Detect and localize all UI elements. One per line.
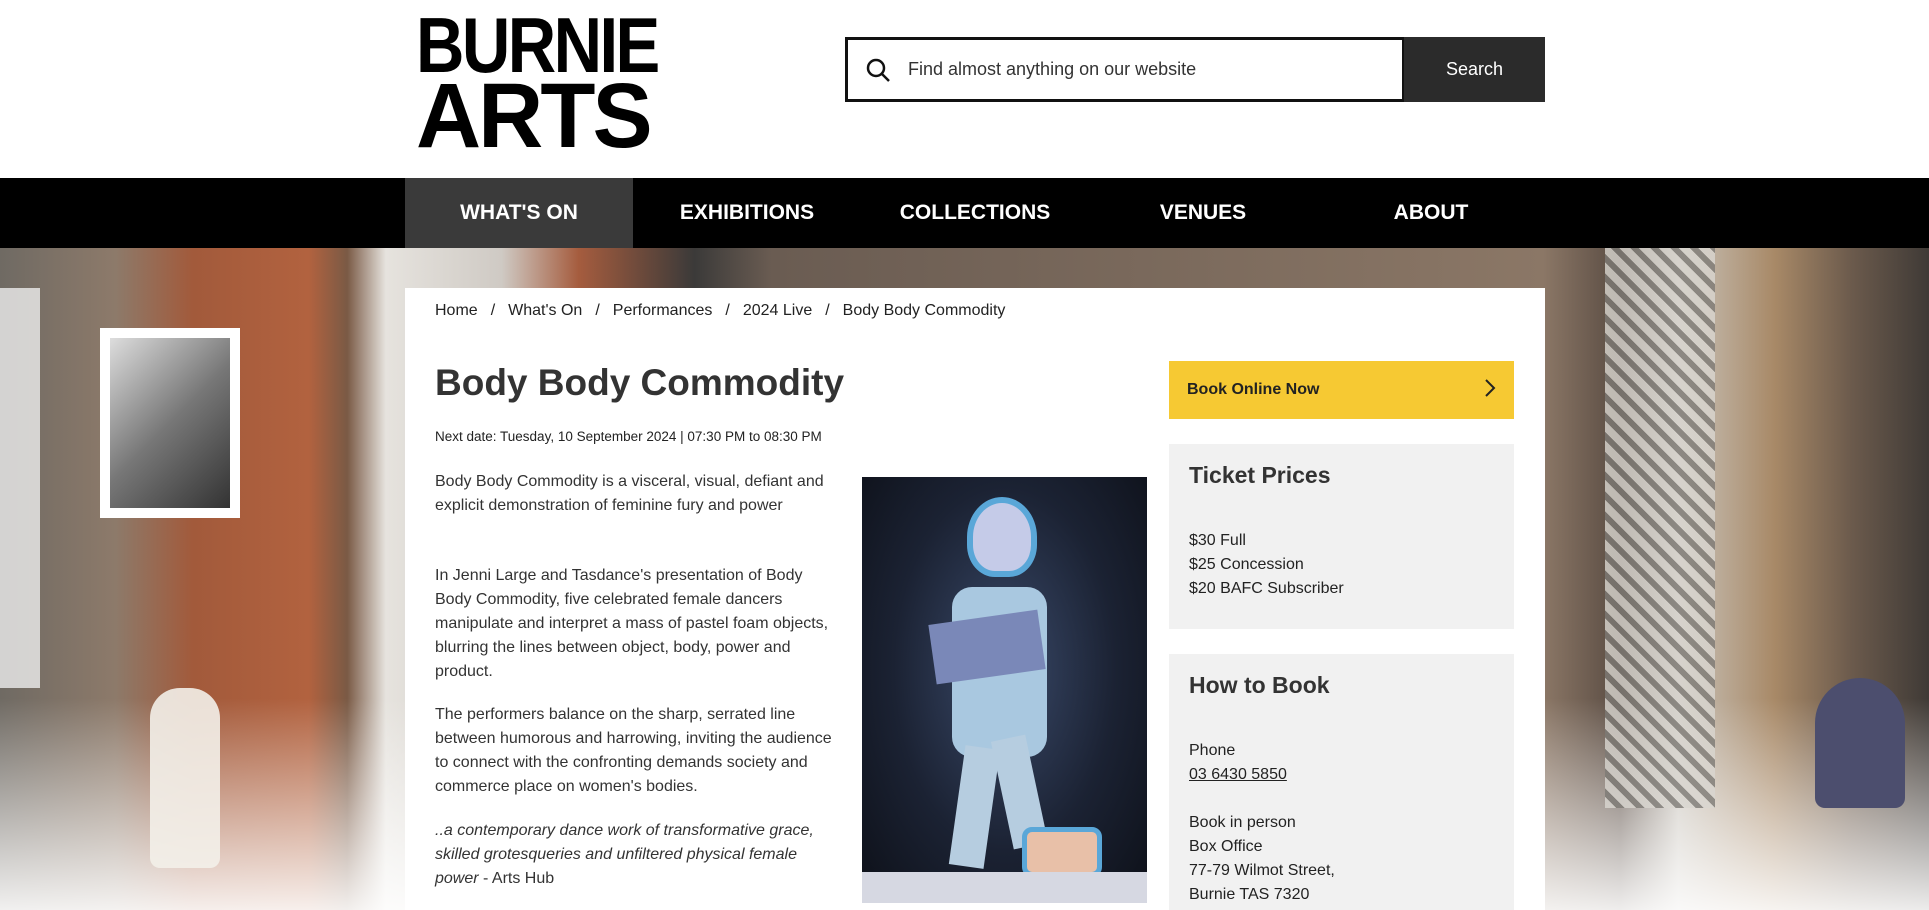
breadcrumb-current: Body Body Commodity [842,302,1006,319]
nav-item-exhibitions[interactable]: EXHIBITIONS [633,178,861,248]
phone-number-link[interactable]: 03 6430 5850 [1189,766,1287,783]
breadcrumb-separator: / [595,302,600,319]
nav-item-collections[interactable]: COLLECTIONS [861,178,1089,248]
breadcrumb-performances[interactable]: Performances [613,302,713,320]
phone-label: Phone [1189,742,1236,759]
quote-source: - Arts Hub [478,870,555,887]
photo-figure-head [967,497,1037,577]
review-quote: ..a contemporary dance work of transform… [435,819,835,891]
logo-line-1: BURNIE [416,1,660,89]
photo-stage-floor [862,872,1147,903]
in-person-label: Book in person [1189,814,1296,831]
description-paragraph: Body Body Commodity is a visceral, visua… [435,473,824,514]
breadcrumb-whats-on[interactable]: What's On [508,302,582,320]
search-box [845,37,1405,102]
ticket-prices-heading: Ticket Prices [1189,462,1331,488]
breadcrumb-home[interactable]: Home [435,302,478,320]
breadcrumb: Home / What's On / Performances / 2024 L… [435,302,1005,320]
breadcrumb-separator: / [490,302,496,319]
description-paragraph: The performers balance on the sharp, ser… [435,706,832,795]
ticket-price-item: $25 Concession [1189,556,1304,573]
book-online-button[interactable]: Book Online Now [1169,361,1514,419]
ticket-price-item: $20 BAFC Subscriber [1189,580,1344,597]
nav-item-about[interactable]: ABOUT [1317,178,1545,248]
page-title: Body Body Commodity [435,362,845,403]
breadcrumb-separator: / [725,302,730,319]
burnie-arts-logo[interactable]: BURNIE ARTS [416,1,660,162]
search-button[interactable]: Search [1404,37,1545,102]
how-to-book-panel: How to Book Phone 03 6430 5850 Book in p… [1169,654,1514,910]
site-header: BURNIE ARTS Search [0,0,1929,178]
bg-window [0,288,40,688]
book-online-label: Book Online Now [1187,381,1320,398]
chevron-right-icon [1484,378,1496,403]
next-date: Next date: Tuesday, 10 September 2024 | … [435,429,822,444]
bg-patterned-wall [1605,248,1715,808]
photo-foam-shoe [1022,827,1102,877]
main-nav: WHAT'S ON EXHIBITIONS COLLECTIONS VENUES… [0,178,1929,260]
bg-picture-frame [100,328,240,518]
photo-figure-leg [948,745,1001,869]
address-line: 77-79 Wilmot Street, [1189,862,1335,879]
main-content: Home / What's On / Performances / 2024 L… [405,288,1545,910]
nav-item-venues[interactable]: VENUES [1089,178,1317,248]
bg-seated-man [1815,678,1905,808]
how-to-book-heading: How to Book [1189,672,1330,698]
search-icon [848,40,908,99]
performance-photo [862,477,1147,903]
ticket-price-item: $30 Full [1189,532,1246,549]
breadcrumb-2024-live[interactable]: 2024 Live [743,302,812,320]
nav-item-whats-on[interactable]: WHAT'S ON [405,178,633,260]
address-line: Burnie TAS 7320 [1189,886,1310,903]
breadcrumb-separator: / [825,302,830,319]
bg-person [150,688,220,868]
description-paragraph: In Jenni Large and Tasdance's presentati… [435,567,829,680]
address-line: Box Office [1189,838,1263,855]
search-input[interactable] [908,40,1402,99]
logo-line-2: ARTS [416,65,653,167]
ticket-prices-panel: Ticket Prices $30 Full $25 Concession $2… [1169,444,1514,629]
